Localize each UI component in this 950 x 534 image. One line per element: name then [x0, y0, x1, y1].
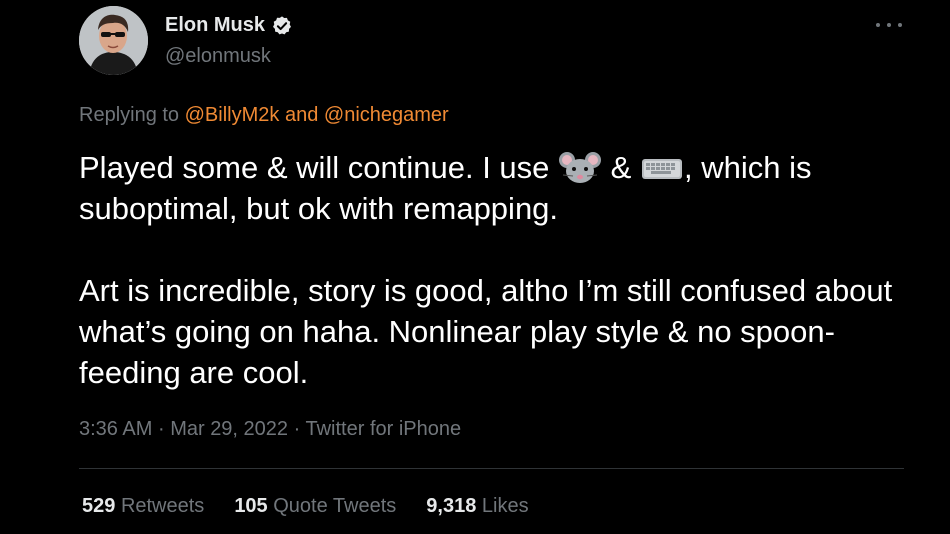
tweet-body: Played some & will continue. I use & , w…	[79, 147, 919, 393]
likes-label: Likes	[481, 495, 529, 517]
divider	[79, 468, 904, 469]
retweets-label: Retweets	[120, 495, 205, 517]
quote-tweets-stat[interactable]: 105 Quote Tweets	[234, 495, 396, 518]
tweet-paragraph-1: Played some & will continue. I use & , w…	[79, 147, 919, 229]
more-options-icon[interactable]	[876, 18, 902, 32]
keyboard-icon	[641, 159, 682, 179]
tweet-card: Elon Musk @elonmusk Replying to @BillyM2…	[0, 0, 950, 534]
replying-to-line: Replying to @BillyM2k and @nichegamer	[79, 104, 449, 127]
author-display-name[interactable]: Elon Musk	[165, 14, 265, 37]
likes-count: 9,318	[426, 495, 477, 517]
author-name-row: Elon Musk	[165, 14, 293, 37]
tweet-paragraph-2: Art is incredible, story is good, altho …	[79, 273, 893, 390]
replying-to-and: and	[284, 104, 319, 126]
engagement-stats: 529 Retweets 105 Quote Tweets 9,318 Like…	[82, 495, 559, 518]
verified-badge-icon	[273, 15, 291, 34]
tweet-source-link[interactable]: Twitter for iPhone	[305, 418, 461, 440]
author-handle[interactable]: @elonmusk	[165, 45, 271, 68]
retweets-stat[interactable]: 529 Retweets	[82, 495, 204, 518]
meta-separator: ·	[157, 418, 165, 440]
likes-stat[interactable]: 9,318 Likes	[426, 495, 528, 518]
meta-separator: ·	[293, 418, 301, 440]
quote-tweets-label: Quote Tweets	[273, 495, 397, 517]
tweet-date[interactable]: Mar 29, 2022	[170, 418, 288, 440]
mention-link-nichegamer[interactable]: @nichegamer	[324, 104, 449, 126]
tweet-time[interactable]: 3:36 AM	[79, 418, 152, 440]
replying-to-label: Replying to	[79, 104, 180, 126]
retweets-count: 529	[82, 495, 116, 517]
tweet-text-part-2: &	[610, 150, 632, 185]
mouse-face-icon	[559, 152, 602, 183]
avatar[interactable]	[79, 6, 148, 75]
tweet-metadata: 3:36 AM · Mar 29, 2022 · Twitter for iPh…	[79, 418, 461, 441]
quote-tweets-count: 105	[234, 495, 268, 517]
tweet-text-part-1: Played some & will continue. I use	[79, 150, 550, 185]
profile-photo-icon	[79, 6, 148, 75]
mention-link-billym2k[interactable]: @BillyM2k	[185, 104, 280, 126]
